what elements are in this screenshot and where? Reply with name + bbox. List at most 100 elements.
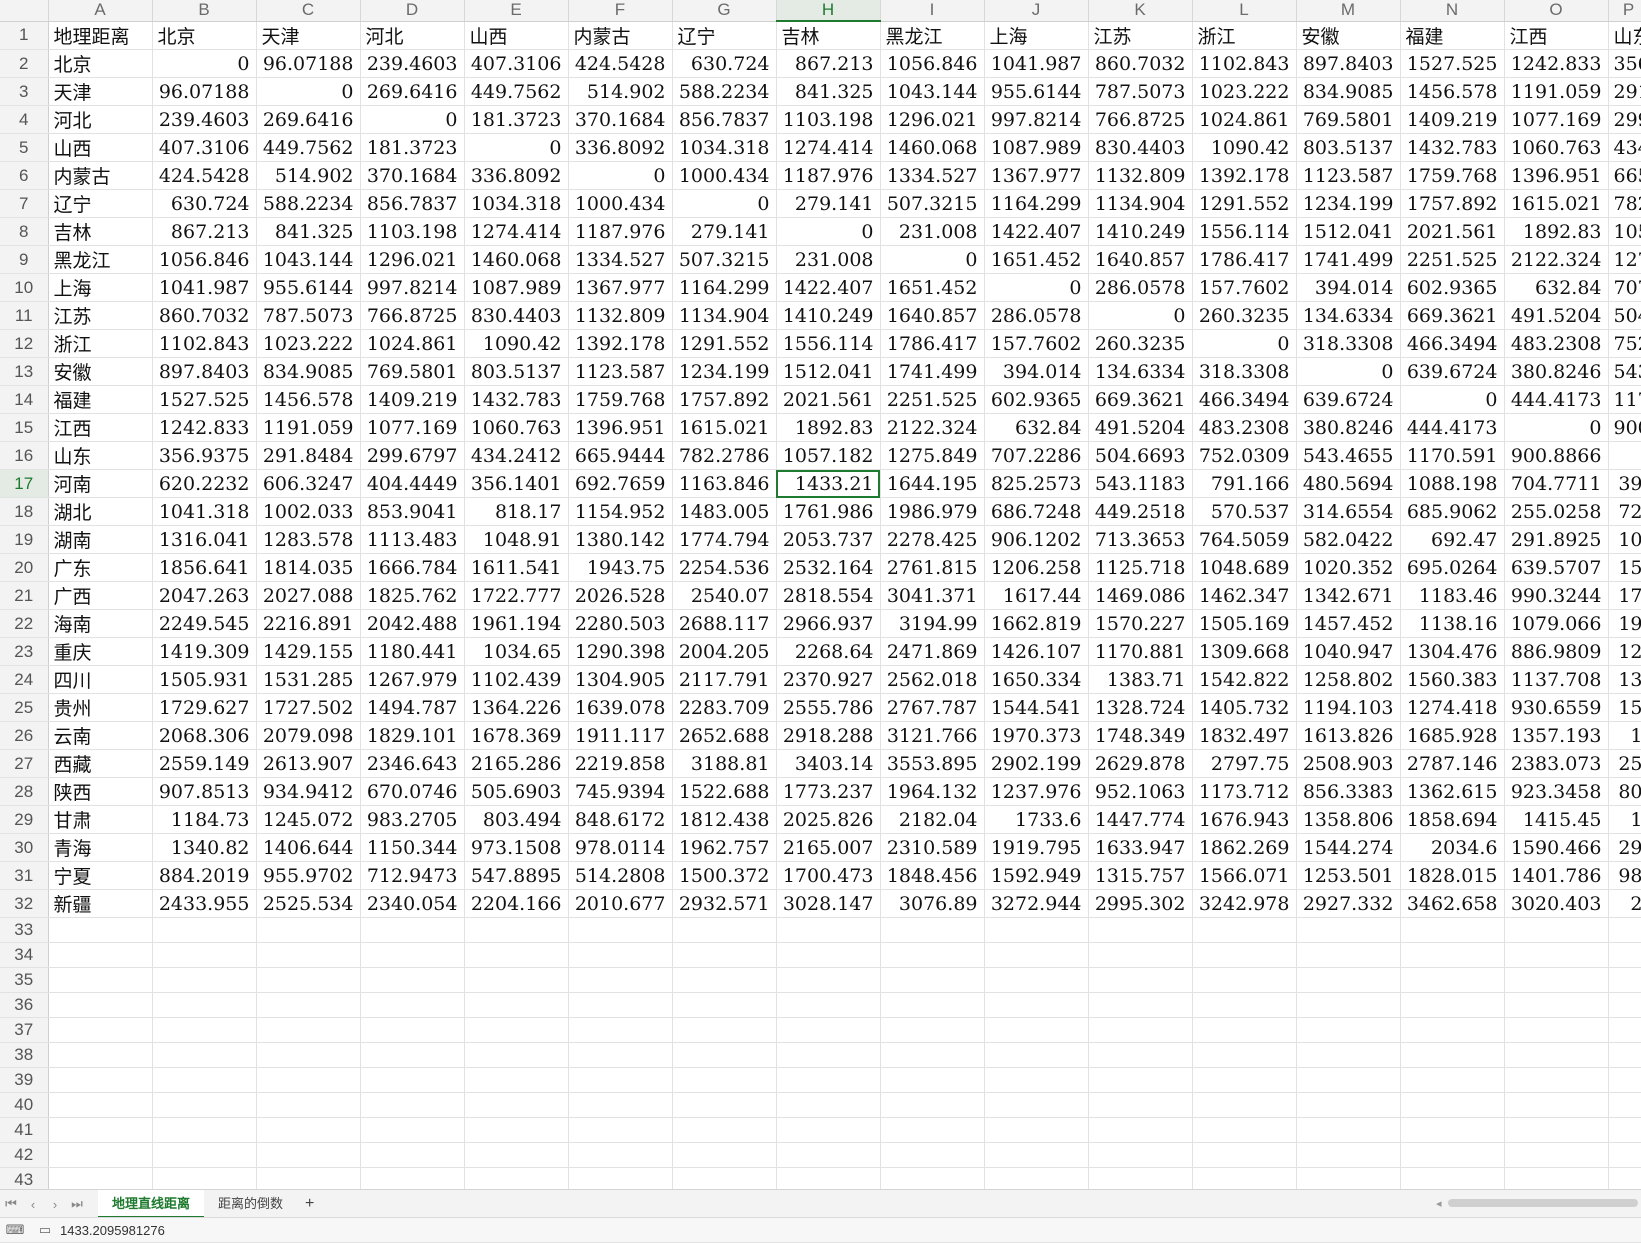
grid-cell[interactable]: 1460.068 [880, 133, 985, 162]
grid-cell[interactable] [360, 1042, 465, 1068]
grid-cell[interactable] [776, 992, 881, 1018]
grid-cell[interactable]: 923.3458 [1504, 777, 1609, 806]
grid-cell[interactable]: 2787.146 [1400, 749, 1505, 778]
grid-cell[interactable]: 1056.846 [880, 49, 985, 78]
grid-cell[interactable]: 1380.142 [568, 525, 673, 554]
grid-cell[interactable]: 764.5059 [1192, 525, 1297, 554]
grid-cell[interactable]: 1773.237 [776, 777, 881, 806]
grid-cell[interactable]: 1328.724 [1088, 693, 1193, 722]
grid-cell[interactable]: 1187.976 [776, 161, 881, 190]
grid-cell[interactable] [1608, 1042, 1641, 1068]
row-header[interactable]: 4 [0, 105, 49, 134]
grid-cell[interactable]: 2383.073 [1504, 749, 1609, 778]
row-header[interactable]: 11 [0, 301, 49, 330]
grid-cell[interactable]: 1964.132 [880, 777, 985, 806]
row-header[interactable]: 26 [0, 721, 49, 750]
grid-cell[interactable]: 1644.195 [880, 469, 985, 498]
grid-cell[interactable]: 1 [1608, 721, 1641, 750]
grid-cell[interactable]: 1848.456 [880, 861, 985, 890]
grid-cell[interactable]: 贵州 [48, 693, 153, 722]
grid-cell[interactable]: 504.6693 [1088, 441, 1193, 470]
grid-cell[interactable]: 1700.473 [776, 861, 881, 890]
grid-cell[interactable] [1296, 917, 1401, 943]
grid-cell[interactable]: 1274.414 [776, 133, 881, 162]
row-header[interactable]: 27 [0, 749, 49, 778]
grid-cell[interactable] [256, 1117, 361, 1143]
grid-cell[interactable]: 1316.041 [152, 525, 257, 554]
grid-cell[interactable]: 318.3308 [1192, 357, 1297, 386]
grid-cell[interactable]: 1291.552 [1192, 189, 1297, 218]
grid-cell[interactable] [1296, 992, 1401, 1018]
grid-cell[interactable]: 1041.987 [152, 273, 257, 302]
grid-cell[interactable]: 1103.198 [360, 217, 465, 246]
row-header[interactable]: 22 [0, 609, 49, 638]
grid-cell[interactable]: 860.7032 [152, 301, 257, 330]
column-header-o[interactable]: O [1504, 0, 1609, 22]
grid-cell[interactable] [152, 1117, 257, 1143]
grid-cell[interactable]: 1103.198 [776, 105, 881, 134]
grid-cell[interactable]: 841.325 [776, 77, 881, 106]
grid-cell[interactable] [672, 1117, 777, 1143]
grid-cell[interactable]: 1812.438 [672, 805, 777, 834]
row-header[interactable]: 32 [0, 889, 49, 918]
grid-cell[interactable]: 1469.086 [1088, 581, 1193, 610]
grid-cell[interactable]: 2559.149 [152, 749, 257, 778]
grid-cell[interactable] [464, 1017, 569, 1043]
grid-cell[interactable]: 2216.891 [256, 609, 361, 638]
grid-cell[interactable]: 1274.418 [1400, 693, 1505, 722]
grid-cell[interactable]: 3041.371 [880, 581, 985, 610]
grid-cell[interactable]: 1633.947 [1088, 833, 1193, 862]
grid-cell[interactable] [1608, 1142, 1641, 1168]
grid-cell[interactable]: 吉林 [776, 21, 881, 50]
grid-cell[interactable]: 231.008 [880, 217, 985, 246]
grid-cell[interactable]: 1685.928 [1400, 721, 1505, 750]
grid-cell[interactable] [1192, 967, 1297, 993]
grid-cell[interactable]: 803.5137 [1296, 133, 1401, 162]
grid-cell[interactable] [880, 942, 985, 968]
grid-cell[interactable] [984, 967, 1089, 993]
grid-cell[interactable]: 990.3244 [1504, 581, 1609, 610]
grid-cell[interactable] [1608, 1092, 1641, 1118]
row-header[interactable]: 18 [0, 497, 49, 526]
grid-cell[interactable]: 1432.783 [464, 385, 569, 414]
grid-cell[interactable]: 0 [672, 189, 777, 218]
grid-cell[interactable]: 181.3723 [464, 105, 569, 134]
grid-cell[interactable]: 1023.222 [1192, 77, 1297, 106]
grid-cell[interactable]: 1415.45 [1504, 805, 1609, 834]
grid-cell[interactable]: 685.9062 [1400, 497, 1505, 526]
grid-cell[interactable] [1504, 1042, 1609, 1068]
grid-cell[interactable] [256, 1142, 361, 1168]
grid-cell[interactable]: 1639.078 [568, 693, 673, 722]
add-sheet-icon[interactable]: + [297, 1195, 322, 1213]
grid-cell[interactable] [776, 1142, 881, 1168]
grid-cell[interactable]: 1858.694 [1400, 805, 1505, 834]
grid-cell[interactable] [1296, 1117, 1401, 1143]
grid-cell[interactable]: 1748.349 [1088, 721, 1193, 750]
grid-cell[interactable]: 505.6903 [464, 777, 569, 806]
row-header[interactable]: 37 [0, 1017, 49, 1043]
grid-cell[interactable]: 北京 [48, 49, 153, 78]
grid-cell[interactable]: 639.5707 [1504, 553, 1609, 582]
grid-cell[interactable]: 955.9702 [256, 861, 361, 890]
grid-cell[interactable]: 860.7032 [1088, 49, 1193, 78]
row-header[interactable]: 38 [0, 1042, 49, 1068]
grid-cell[interactable] [256, 992, 361, 1018]
grid-cell[interactable]: 1170.881 [1088, 637, 1193, 666]
grid-cell[interactable]: 2251.525 [880, 385, 985, 414]
row-header[interactable]: 42 [0, 1142, 49, 1168]
grid-cell[interactable]: 2310.589 [880, 833, 985, 862]
grid-cell[interactable]: 3272.944 [984, 889, 1089, 918]
grid-cell[interactable]: 955.6144 [984, 77, 1089, 106]
grid-cell[interactable] [1088, 942, 1193, 968]
grid-cell[interactable]: 380.8246 [1504, 357, 1609, 386]
grid-cell[interactable]: 2053.737 [776, 525, 881, 554]
row-header[interactable]: 36 [0, 992, 49, 1018]
grid-cell[interactable]: 1544.274 [1296, 833, 1401, 862]
column-header-i[interactable]: I [880, 0, 985, 22]
grid-cell[interactable]: 620.2232 [152, 469, 257, 498]
grid-cell[interactable] [256, 1092, 361, 1118]
grid-cell[interactable]: 新疆 [48, 889, 153, 918]
grid-cell[interactable]: 1729.627 [152, 693, 257, 722]
grid-cell[interactable]: 1132.809 [568, 301, 673, 330]
grid-cell[interactable] [1504, 942, 1609, 968]
